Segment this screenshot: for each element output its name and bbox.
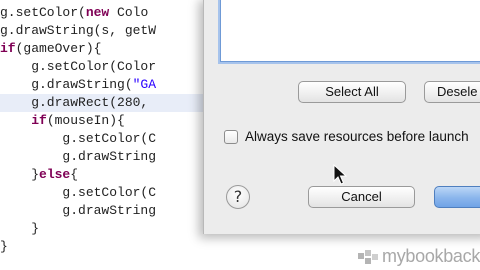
code-line[interactable]: g.setColor(C [0, 130, 156, 148]
code-text: Colo [109, 5, 149, 20]
code-text: g.setColor(Color [0, 59, 157, 74]
code-line[interactable]: g.drawString("GA [0, 76, 156, 94]
code-line[interactable]: } [0, 238, 8, 256]
select-all-button[interactable]: Select All [298, 81, 406, 103]
code-string: "GA [132, 77, 157, 92]
code-line[interactable]: g.setColor(C [0, 184, 156, 202]
code-keyword: new [85, 5, 110, 20]
mouse-pointer-icon [333, 164, 347, 185]
code-text: g.drawString( [0, 77, 133, 92]
code-text: { [70, 167, 79, 182]
code-keyword: if [0, 41, 16, 56]
brand-watermark-text: mybookbackup [382, 246, 480, 266]
code-text: } [0, 167, 40, 182]
code-line[interactable]: if(gameOver){ [0, 40, 101, 58]
code-text: g.drawString [0, 149, 157, 164]
save-before-launch-label: Always save resources before launch [245, 129, 469, 144]
code-line[interactable]: } [0, 220, 39, 238]
resource-list[interactable] [220, 0, 480, 62]
code-line[interactable]: g.setColor(Color [0, 58, 156, 76]
code-line[interactable]: g.drawString [0, 148, 156, 166]
code-text: } [0, 221, 40, 236]
brand-logo-icon [358, 250, 378, 264]
code-keyword: if [31, 113, 47, 128]
launch-dialog: Select All Desele Always save resources … [203, 0, 480, 234]
code-text: } [0, 239, 8, 254]
ok-button[interactable] [434, 186, 480, 208]
code-line[interactable]: g.setColor(new Colo [0, 4, 148, 22]
help-icon[interactable]: ? [226, 185, 250, 209]
code-keyword: else [39, 167, 71, 182]
code-text: g.setColor(C [0, 131, 157, 146]
code-text: g.drawString(s, getW [0, 23, 157, 38]
save-before-launch-checkbox[interactable] [224, 130, 238, 144]
code-text: (gameOver){ [15, 41, 102, 56]
cancel-button[interactable]: Cancel [308, 186, 415, 208]
code-text: g.drawString [0, 203, 157, 218]
code-line[interactable]: if(mouseIn){ [0, 112, 125, 130]
code-text: g.setColor( [0, 5, 86, 20]
code-line[interactable]: }else{ [0, 166, 78, 184]
code-text: (mouseIn){ [46, 113, 125, 128]
code-text: g.setColor(C [0, 185, 157, 200]
deselect-all-button[interactable]: Desele [424, 81, 480, 103]
code-line[interactable]: g.drawString [0, 202, 156, 220]
code-line[interactable]: g.drawString(s, getW [0, 22, 156, 40]
code-text: g.drawRect(280, [0, 95, 157, 110]
